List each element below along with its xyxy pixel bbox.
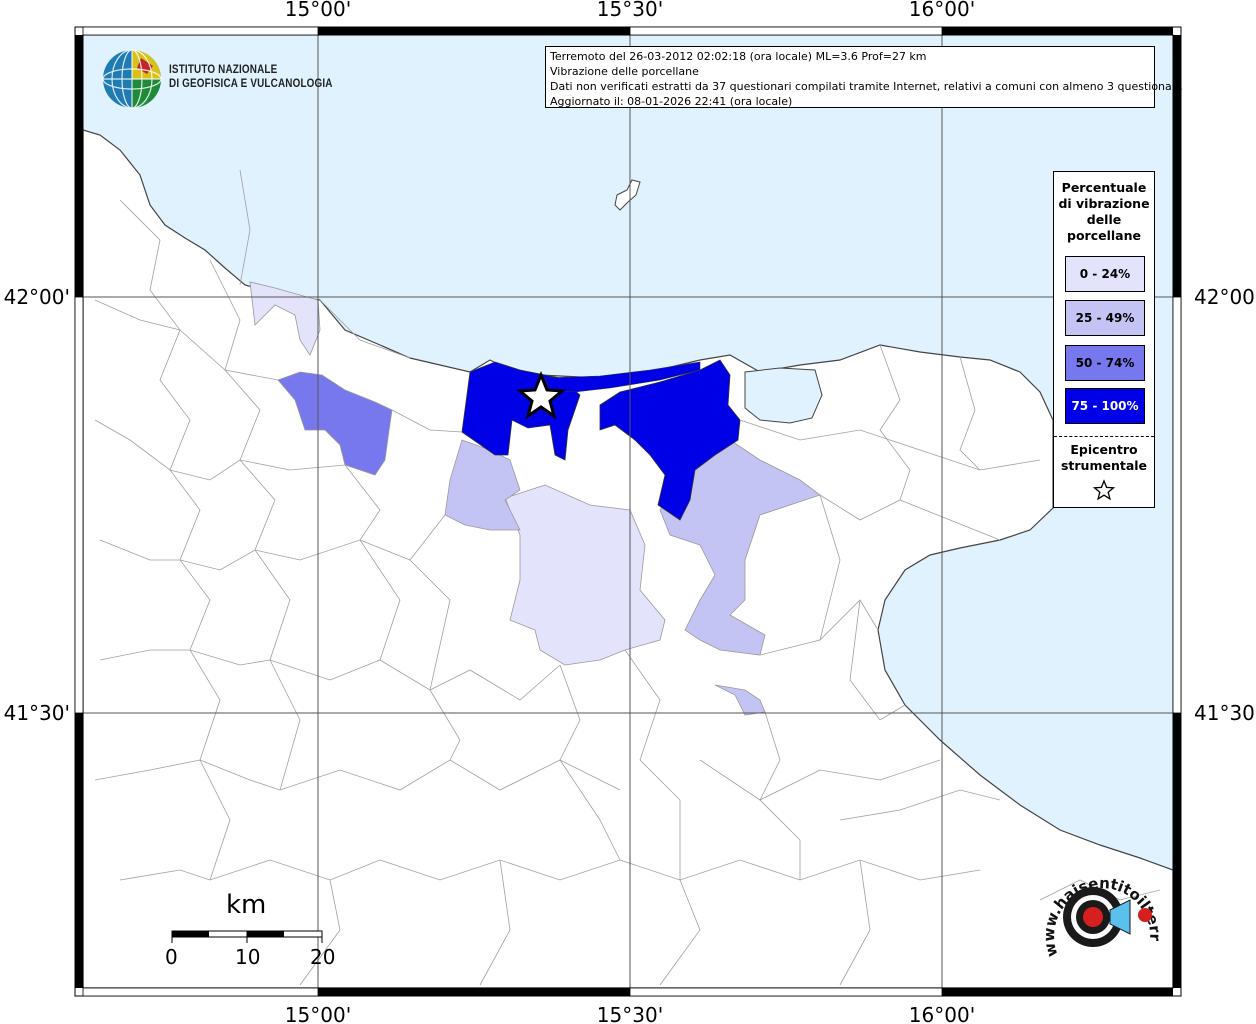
lagoon-varano (744, 367, 823, 424)
right-lat-label: 41°30' (1194, 701, 1256, 725)
scale-label-20: 20 (310, 945, 336, 969)
ingv-globe-icon (102, 49, 162, 109)
institute-name: ISTITUTO NAZIONALE DI GEOFISICA E VULCAN… (169, 63, 333, 91)
event-info-box: Terremoto del 26-03-2012 02:02:18 (ora l… (545, 46, 1183, 108)
institute-line1: ISTITUTO NAZIONALE (169, 64, 278, 76)
legend-item-25-49: 25 - 49% (1065, 300, 1145, 336)
update-timestamp: Aggiornato il: 08-01-2026 22:41 (ora loc… (550, 95, 793, 108)
legend-item-label: 50 - 74% (1075, 356, 1135, 370)
legend-panel: Percentuale di vibrazione delle porcella… (1053, 171, 1155, 508)
institute-line2: DI GEOFISICA E VULCANOLOGIA (169, 78, 333, 90)
top-lon-label: 15°00' (285, 0, 351, 21)
scale-label-10: 10 (235, 945, 261, 969)
left-lat-label: 42°00' (4, 285, 70, 309)
star-outline-icon (1092, 479, 1116, 501)
top-lon-label: 16°00' (909, 0, 975, 21)
legend-title: Percentuale di vibrazione delle porcella… (1058, 180, 1150, 243)
legend-item-label: 75 - 100% (1071, 399, 1139, 413)
parameter-name: Vibrazione delle porcellane (550, 65, 699, 78)
top-lon-label: 15°30' (597, 0, 663, 21)
legend-item-label: 0 - 24% (1079, 267, 1131, 281)
data-note: Dati non verificati estratti da 37 quest… (550, 80, 1183, 93)
event-title: Terremoto del 26-03-2012 02:02:18 (ora l… (550, 50, 927, 63)
legend-divider (1054, 436, 1154, 437)
scale-label-0: 0 (165, 945, 178, 969)
right-lat-label: 42°00' (1194, 285, 1256, 309)
bottom-lon-label: 15°00' (285, 1003, 351, 1024)
legend-item-label: 25 - 49% (1075, 311, 1135, 325)
legend-item-75-100: 75 - 100% (1065, 388, 1145, 424)
scale-unit: km (226, 890, 267, 920)
left-lat-label: 41°30' (4, 701, 70, 725)
bottom-lon-label: 16°00' (909, 1003, 975, 1024)
bottom-lon-label: 15°30' (597, 1003, 663, 1024)
hsit-logo[interactable]: www.haisentitoilterremoto.it (1030, 860, 1170, 980)
legend-epicenter-label: Epicentro strumentale (1060, 442, 1148, 473)
legend-item-50-74: 50 - 74% (1065, 345, 1145, 381)
legend-item-0-24: 0 - 24% (1065, 256, 1145, 292)
